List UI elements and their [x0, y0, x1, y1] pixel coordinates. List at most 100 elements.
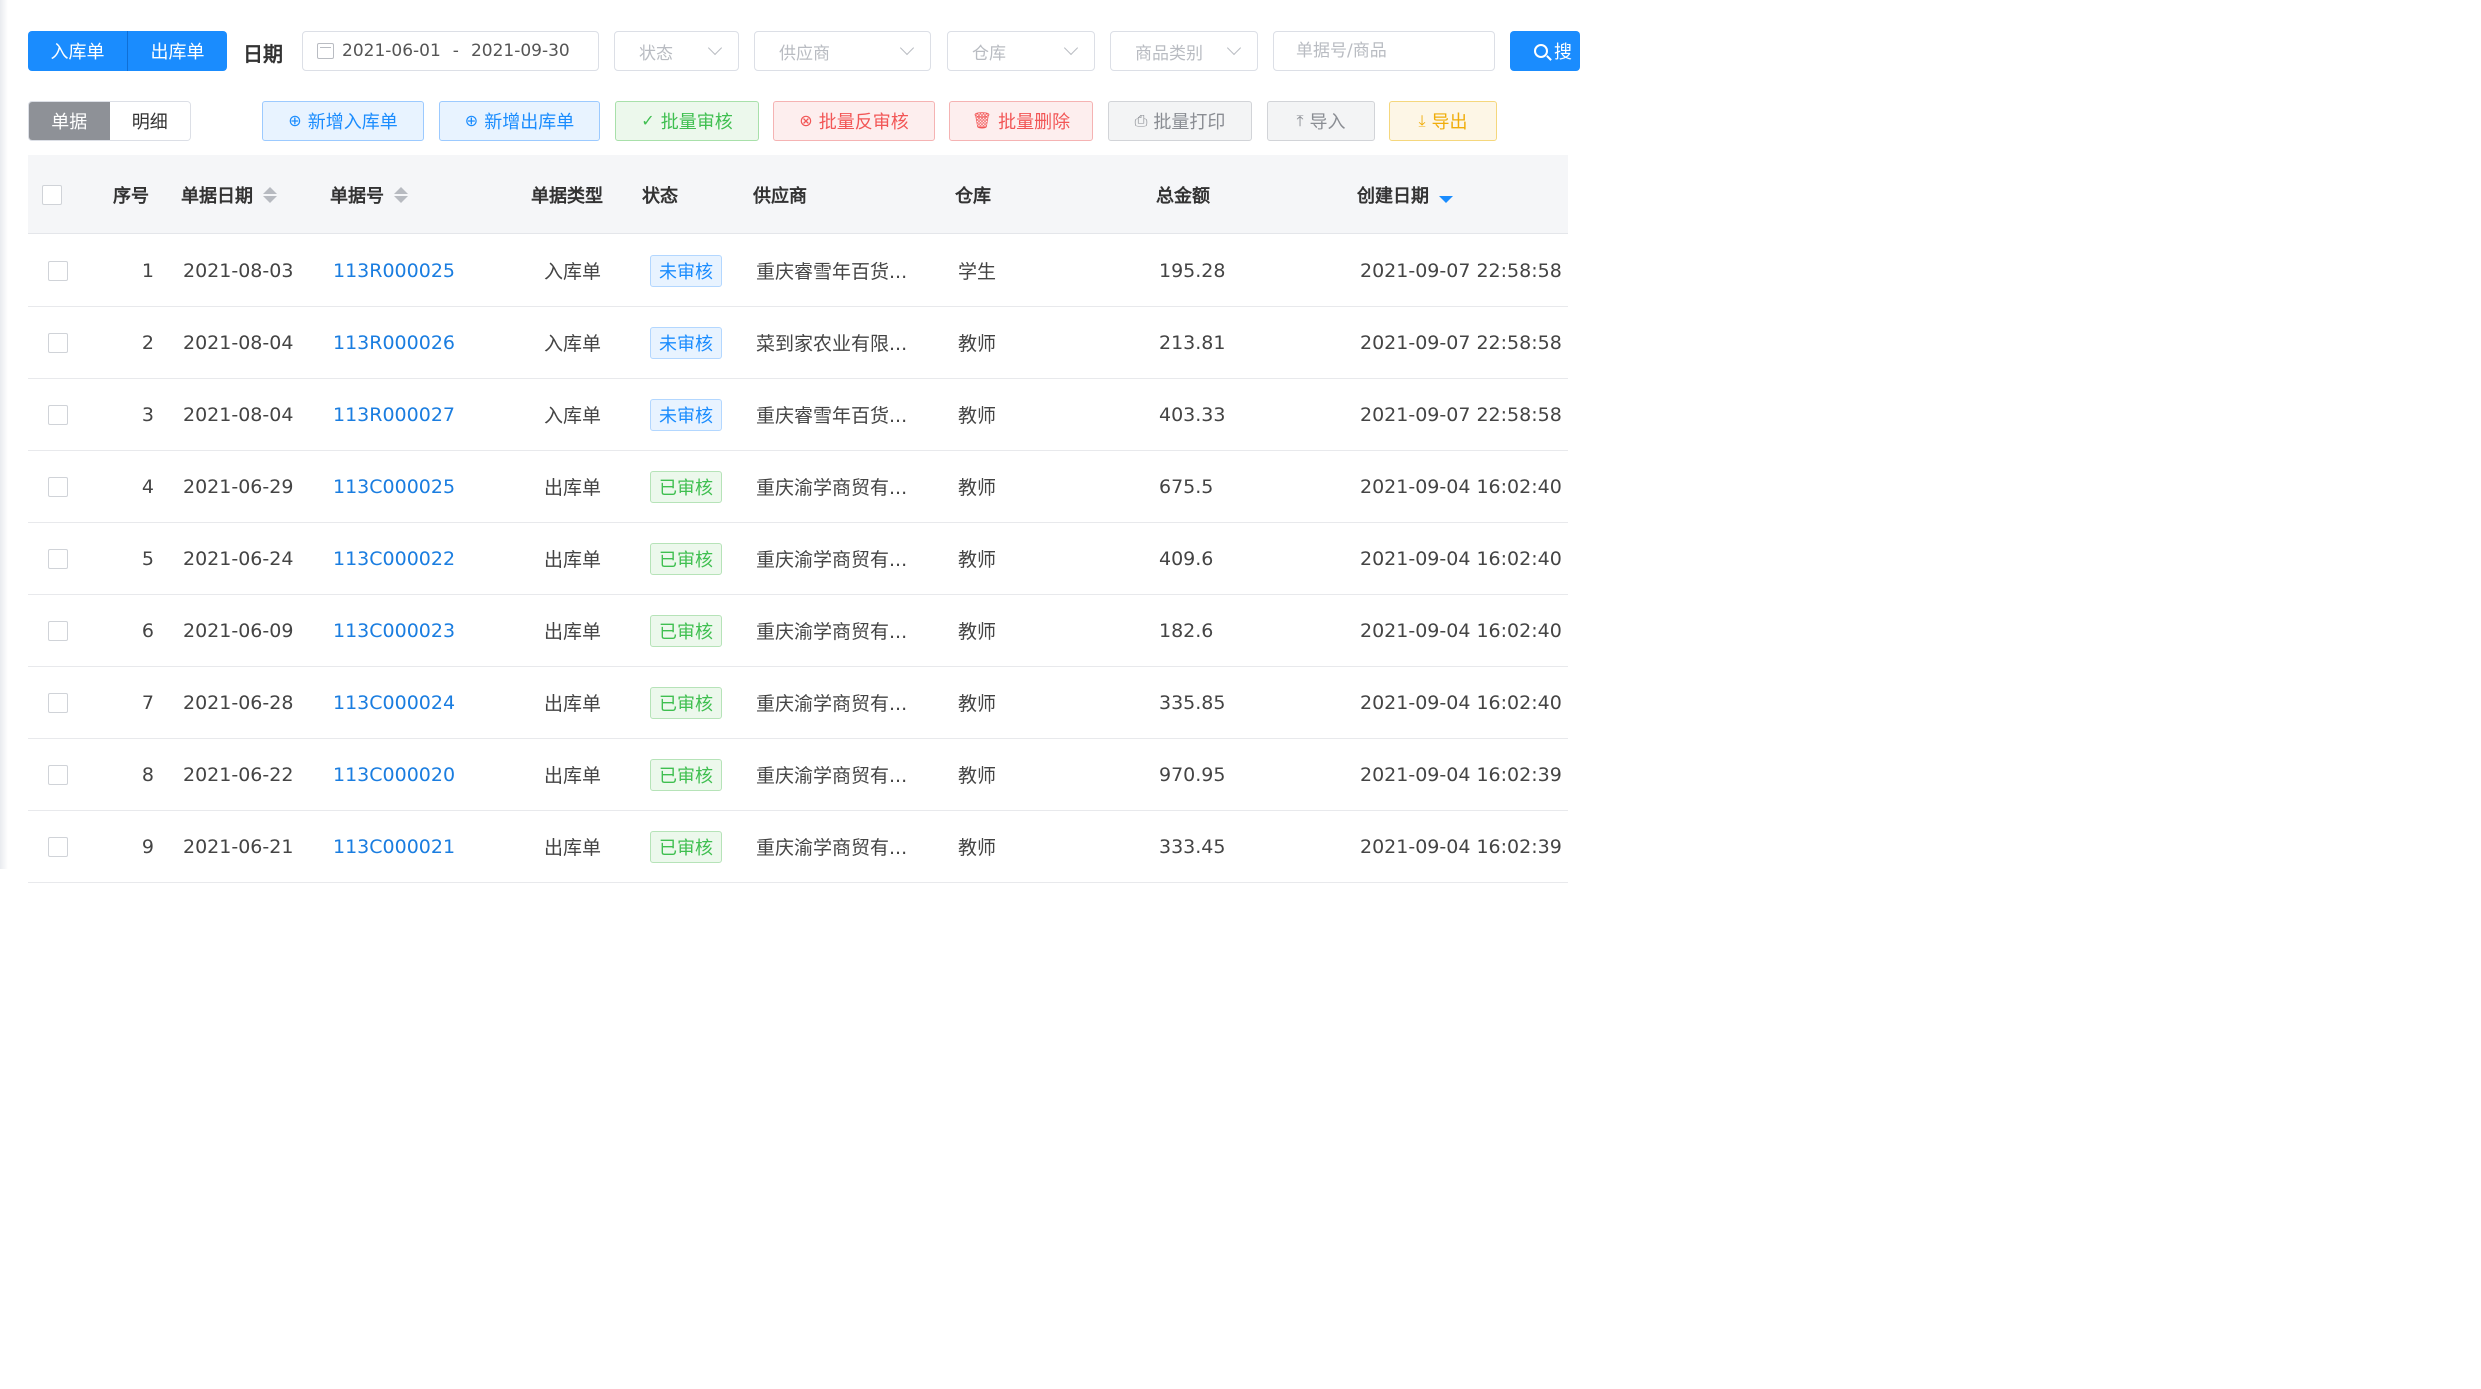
table-row[interactable]: 7 2021-06-28 113C000024 出库单 已审核 重庆渝学商贸有... 教师 3…	[28, 667, 1568, 739]
table-row[interactable]: 1 2021-08-03 113R000025 入库单 未审核 重庆睿雪年百货... 学生 1…	[28, 235, 1568, 307]
row-checkbox-cell	[48, 451, 68, 522]
col-doc-date[interactable]: 单据日期	[181, 155, 277, 234]
table-row[interactable]: 4 2021-06-29 113C000025 出库单 已审核 重庆渝学商贸有... 教师 6…	[28, 451, 1568, 523]
date-range-picker[interactable]: 2021-06-01 - 2021-09-30	[302, 31, 599, 71]
tab-outbound[interactable]: 出库单	[127, 31, 227, 71]
batch-delete-button[interactable]: 🗑 批量删除	[949, 101, 1093, 141]
row-checkbox[interactable]	[48, 764, 68, 785]
batch-audit-button[interactable]: ✓ 批量审核	[615, 101, 759, 141]
row-doc-no-link[interactable]: 113C000023	[333, 595, 455, 666]
row-supplier: 重庆渝学商贸有...	[756, 765, 908, 787]
plus-circle-icon: ⊕	[464, 111, 479, 130]
row-status-cell: 已审核	[650, 523, 722, 594]
date-start: 2021-06-01	[342, 41, 441, 61]
row-checkbox[interactable]	[48, 476, 68, 497]
search-input[interactable]	[1273, 31, 1495, 71]
view-switch: 单据 明细	[28, 101, 191, 141]
row-created-date: 2021-09-04 16:02:39	[1360, 835, 1562, 858]
row-doc-no-link[interactable]: 113R000027	[333, 379, 455, 450]
row-doc-type: 出库单	[544, 621, 602, 643]
row-checkbox[interactable]	[48, 836, 68, 857]
row-checkbox[interactable]	[48, 332, 68, 353]
row-doc-type: 出库单	[544, 765, 602, 787]
row-checkbox[interactable]	[48, 620, 68, 641]
row-doc-no-link[interactable]: 113C000025	[333, 451, 455, 522]
row-checkbox[interactable]	[48, 548, 68, 569]
row-doc-no-link[interactable]: 113R000025	[333, 235, 455, 306]
table-row[interactable]: 6 2021-06-09 113C000023 出库单 已审核 重庆渝学商贸有... 教师 1…	[28, 595, 1568, 667]
row-doc-date: 2021-08-04	[183, 331, 294, 354]
tab-inbound[interactable]: 入库单	[28, 31, 127, 71]
tab-details[interactable]: 明细	[109, 102, 190, 140]
table-row[interactable]: 8 2021-06-22 113C000020 出库单 已审核 重庆渝学商贸有... 教师 9…	[28, 739, 1568, 811]
row-index: 5	[141, 547, 154, 570]
row-supplier: 菜到家农业有限...	[756, 333, 908, 355]
row-checkbox[interactable]	[48, 260, 68, 281]
add-outbound-label: 新增出库单	[484, 112, 575, 133]
row-index: 6	[141, 619, 154, 642]
row-doc-no-link[interactable]: 113R000026	[333, 307, 455, 378]
col-doc-no[interactable]: 单据号	[330, 155, 408, 234]
row-doc-date: 2021-06-29	[183, 475, 294, 498]
row-total-amount: 213.81	[1159, 331, 1226, 354]
row-status-cell: 未审核	[650, 307, 722, 378]
export-button[interactable]: ⤓ 导出	[1389, 101, 1497, 141]
batch-unaudit-label: 批量反审核	[818, 112, 909, 133]
status-select[interactable]: 状态	[614, 31, 739, 71]
row-total-amount: 403.33	[1159, 403, 1226, 426]
row-checkbox[interactable]	[48, 692, 68, 713]
table-row[interactable]: 2 2021-08-04 113R000026 入库单 未审核 菜到家农业有限... 教师 2…	[28, 307, 1568, 379]
row-checkbox-cell	[48, 595, 68, 666]
row-index: 9	[141, 835, 154, 858]
batch-unaudit-button[interactable]: ⊗ 批量反审核	[773, 101, 935, 141]
sort-icon[interactable]	[263, 186, 277, 203]
row-index: 2	[141, 331, 154, 354]
select-all-checkbox[interactable]	[42, 184, 62, 205]
row-checkbox-cell	[48, 739, 68, 810]
col-index: 序号	[113, 185, 149, 207]
row-created-date: 2021-09-04 16:02:40	[1360, 619, 1562, 642]
row-checkbox[interactable]	[48, 404, 68, 425]
table-row[interactable]: 9 2021-06-21 113C000021 出库单 已审核 重庆渝学商贸有... 教师 3…	[28, 811, 1568, 883]
tab-documents[interactable]: 单据	[29, 102, 110, 140]
col-created-date[interactable]: 创建日期	[1357, 155, 1453, 234]
add-outbound-button[interactable]: ⊕ 新增出库单	[439, 101, 600, 141]
search-button[interactable]: 搜	[1510, 31, 1580, 71]
status-badge: 已审核	[650, 614, 722, 647]
add-inbound-button[interactable]: ⊕ 新增入库单	[262, 101, 424, 141]
status-badge: 未审核	[650, 398, 722, 431]
table-header: 序号 单据日期 单据号 单据类型 状态 供应商 仓库 总金额 创建日期	[28, 155, 1568, 234]
row-doc-no-link[interactable]: 113C000021	[333, 811, 455, 882]
row-checkbox-cell	[48, 811, 68, 882]
row-supplier: 重庆睿雪年百货...	[756, 261, 908, 283]
sort-icon[interactable]	[394, 186, 408, 203]
warehouse-select[interactable]: 仓库	[947, 31, 1095, 71]
row-created-date: 2021-09-07 22:58:58	[1360, 259, 1562, 282]
row-doc-type: 入库单	[544, 261, 602, 283]
category-select[interactable]: 商品类别	[1110, 31, 1258, 71]
import-button[interactable]: ⤒ 导入	[1267, 101, 1375, 141]
row-doc-type: 出库单	[544, 837, 602, 859]
col-warehouse: 仓库	[955, 185, 991, 207]
row-total-amount: 182.6	[1159, 619, 1214, 642]
row-warehouse: 学生	[958, 261, 997, 283]
row-doc-no-link[interactable]: 113C000020	[333, 739, 455, 810]
row-doc-no-link[interactable]: 113C000022	[333, 523, 455, 594]
col-created-date-label: 创建日期	[1357, 185, 1429, 207]
table-row[interactable]: 3 2021-08-04 113R000027 入库单 未审核 重庆睿雪年百货... 教师 4…	[28, 379, 1568, 451]
row-total-amount: 335.85	[1159, 691, 1226, 714]
row-doc-no-link[interactable]: 113C000024	[333, 667, 455, 738]
col-doc-date-label: 单据日期	[181, 185, 253, 207]
batch-print-button[interactable]: ⎙ 批量打印	[1108, 101, 1252, 141]
row-status-cell: 已审核	[650, 667, 722, 738]
status-badge: 已审核	[650, 542, 722, 575]
supplier-placeholder: 供应商	[779, 43, 830, 64]
supplier-select[interactable]: 供应商	[754, 31, 931, 71]
row-index: 4	[141, 475, 154, 498]
row-created-date: 2021-09-07 22:58:58	[1360, 403, 1562, 426]
row-warehouse: 教师	[958, 477, 997, 499]
sort-desc-icon[interactable]	[1439, 187, 1453, 203]
row-total-amount: 195.28	[1159, 259, 1226, 282]
table-row[interactable]: 5 2021-06-24 113C000022 出库单 已审核 重庆渝学商贸有... 教师 4…	[28, 523, 1568, 595]
row-created-date: 2021-09-07 22:58:58	[1360, 331, 1562, 354]
